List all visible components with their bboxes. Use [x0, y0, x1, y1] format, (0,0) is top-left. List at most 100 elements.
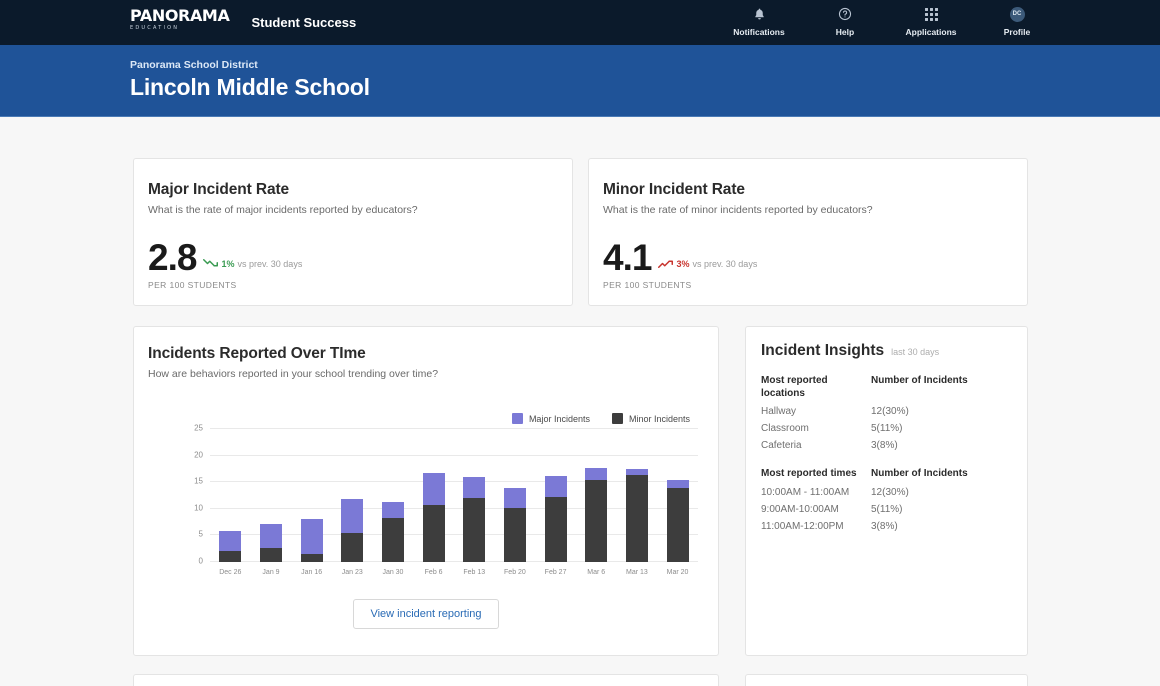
- nav-label-applications: Applications: [905, 27, 957, 37]
- bar-segment-minor[interactable]: [219, 551, 242, 562]
- insights-header: Incident Insights last 30 days: [746, 327, 1027, 360]
- insights-row-count: 12(30%): [871, 406, 909, 418]
- kpi-major-delta: 1% vs prev. 30 days: [203, 258, 302, 273]
- legend-swatch-minor: [611, 413, 623, 424]
- app-page: PANORAMA EDUCATION Student Success Notif…: [0, 0, 1160, 686]
- bar-column[interactable]: Mar 20: [666, 429, 689, 576]
- question-circle-icon: [814, 4, 876, 24]
- bar-column[interactable]: Mar 13: [625, 429, 648, 576]
- bar-segment-major[interactable]: [666, 480, 689, 488]
- bar-column[interactable]: Feb 6: [422, 429, 445, 576]
- insights-header-count: Number of Incidents: [871, 468, 968, 480]
- trend-down-icon: [203, 259, 219, 267]
- x-axis-tick-label: Mar 6: [587, 569, 606, 576]
- logo-subtitle: EDUCATION: [130, 25, 180, 31]
- nav-item-applications[interactable]: Applications: [900, 4, 962, 37]
- bar-segment-minor[interactable]: [300, 553, 323, 562]
- insights-tables: Most reported locations Number of Inciden…: [746, 360, 1027, 532]
- insights-section-gap: [761, 451, 1012, 467]
- bar-segment-major[interactable]: [219, 530, 242, 552]
- bar-segment-minor[interactable]: [341, 533, 364, 562]
- bar-segment-minor[interactable]: [422, 505, 445, 562]
- nav-item-notifications[interactable]: Notifications: [728, 4, 790, 37]
- bar-segment-minor[interactable]: [381, 518, 404, 562]
- bar-segment-minor[interactable]: [625, 474, 648, 562]
- bar-column[interactable]: Jan 16: [300, 429, 323, 576]
- y-axis-tick-label: 5: [198, 529, 203, 539]
- bar-segment-major[interactable]: [585, 468, 608, 481]
- bar-column[interactable]: Dec 26: [219, 429, 242, 576]
- bar-segment-minor[interactable]: [585, 480, 608, 562]
- insights-row: 11:00AM-12:00PM 3(8%): [761, 521, 1012, 532]
- kpi-minor-unit: PER 100 STUDENTS: [603, 280, 692, 290]
- bar-segment-minor[interactable]: [503, 507, 526, 562]
- top-navigation-bar: PANORAMA EDUCATION Student Success Notif…: [0, 0, 1160, 45]
- bar-column[interactable]: Feb 20: [503, 429, 526, 576]
- x-axis-tick-label: Jan 30: [382, 569, 404, 576]
- insights-row-label: 11:00AM-12:00PM: [761, 520, 844, 532]
- main-content: Major Incident Rate What is the rate of …: [10, 118, 1160, 686]
- x-axis-tick-label: Jan 9: [262, 569, 280, 576]
- insights-row-count: 3(8%): [871, 520, 898, 532]
- nav-item-profile[interactable]: DC Profile: [986, 4, 1048, 37]
- legend-item-major[interactable]: Major Incidents: [511, 413, 590, 424]
- bar-segment-minor[interactable]: [544, 496, 567, 562]
- bar-column[interactable]: Feb 13: [463, 429, 486, 576]
- insights-row: Hallway 12(30%): [761, 406, 1012, 417]
- x-axis-tick-label: Dec 26: [219, 569, 242, 576]
- card-incident-insights: Incident Insights last 30 days Most repo…: [745, 326, 1028, 656]
- bar-segment-major[interactable]: [381, 501, 404, 519]
- insights-period: last 30 days: [891, 347, 940, 357]
- y-axis-tick-label: 0: [198, 556, 203, 566]
- kpi-major-unit: PER 100 STUDENTS: [148, 280, 237, 290]
- bar-segment-minor[interactable]: [259, 548, 282, 562]
- breadcrumb-district[interactable]: Panorama School District: [130, 59, 258, 71]
- insights-row: Classroom 5(11%): [761, 423, 1012, 434]
- bar-column[interactable]: Feb 27: [544, 429, 567, 576]
- card-bottom-left-partial: [133, 674, 719, 686]
- card-bottom-right-partial: [745, 674, 1028, 686]
- insights-row-label: 10:00AM - 11:00AM: [761, 486, 850, 498]
- nav-label-help: Help: [835, 27, 855, 37]
- legend-label-major: Major Incidents: [528, 413, 590, 424]
- card-minor-incident-rate: Minor Incident Rate What is the rate of …: [588, 158, 1028, 306]
- bar-column[interactable]: Jan 23: [341, 429, 364, 576]
- chart-plot-area: 0 5 10 15 20 25 Dec 26 Jan 9 Jan 16 Jan 23 Jan 30…: [194, 424, 698, 576]
- kpi-major-delta-pct: 1%: [221, 258, 235, 269]
- bar-segment-major[interactable]: [300, 519, 323, 554]
- bar-segment-major[interactable]: [259, 524, 282, 549]
- bar-segment-major[interactable]: [544, 476, 567, 497]
- card-incidents-over-time: Incidents Reported Over TIme How are beh…: [133, 326, 719, 656]
- panorama-logo[interactable]: PANORAMA EDUCATION: [130, 8, 230, 31]
- legend-label-minor: Minor Incidents: [628, 413, 690, 424]
- bar-column[interactable]: Jan 30: [381, 429, 404, 576]
- kpi-major-title: Major Incident Rate: [148, 181, 290, 198]
- trend-up-icon: [658, 260, 674, 268]
- avatar-initials: DC: [1009, 6, 1025, 22]
- view-incident-reporting-button[interactable]: View incident reporting: [353, 599, 499, 629]
- bar-column[interactable]: Jan 9: [259, 429, 282, 576]
- kpi-minor-delta: 3% vs prev. 30 days: [658, 258, 757, 273]
- kpi-major-header: Major Incident Rate What is the rate of …: [134, 159, 572, 216]
- y-axis-tick-label: 10: [194, 503, 203, 513]
- bar-segment-major[interactable]: [341, 499, 364, 534]
- page-title: Lincoln Middle School: [130, 74, 370, 100]
- insights-title: Incident Insights: [761, 342, 885, 359]
- bar-segment-major[interactable]: [503, 488, 526, 508]
- bar-segment-major[interactable]: [463, 477, 486, 499]
- insights-header-label: Most reported times: [761, 468, 857, 480]
- chart-subtitle: How are behaviors reported in your schoo…: [148, 368, 439, 380]
- bar-segment-major[interactable]: [422, 473, 445, 506]
- brand-area: PANORAMA EDUCATION Student Success: [130, 8, 356, 31]
- y-axis-tick-label: 20: [194, 450, 203, 460]
- insights-row: 9:00AM-10:00AM 5(11%): [761, 504, 1012, 515]
- kpi-minor-delta-pct: 3%: [676, 258, 690, 269]
- legend-item-minor[interactable]: Minor Incidents: [611, 413, 690, 424]
- bar-segment-minor[interactable]: [463, 498, 486, 562]
- x-axis-tick-label: Feb 6: [424, 569, 443, 576]
- bar-segment-minor[interactable]: [666, 487, 689, 562]
- nav-item-help[interactable]: Help: [814, 4, 876, 37]
- bar-column[interactable]: Mar 6: [585, 429, 608, 576]
- insights-column-headers: Most reported times Number of Incidents: [761, 467, 1012, 480]
- nav-actions: Notifications Help Applications DC Profi…: [728, 4, 1048, 37]
